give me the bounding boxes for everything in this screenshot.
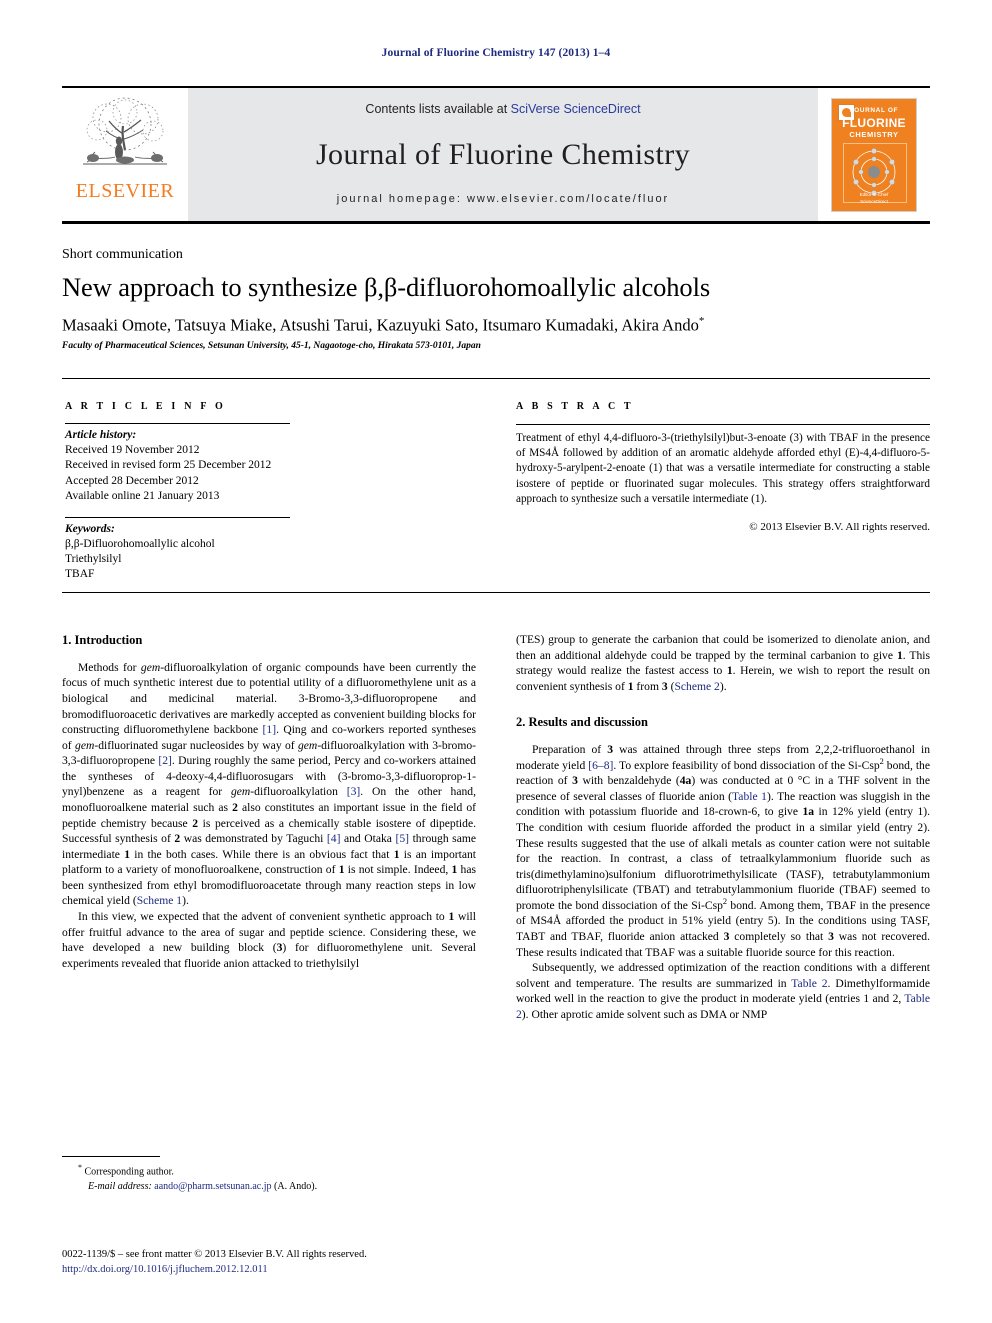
keyword-item: TBAF xyxy=(65,568,95,581)
email-suffix: (A. Ando). xyxy=(274,1180,318,1192)
running-head: Journal of Fluorine Chemistry 147 (2013)… xyxy=(381,47,611,59)
footnote-block: * Corresponding author. E-mail address: … xyxy=(62,1162,476,1194)
email-link[interactable]: aando@pharm.setsunan.ac.jp xyxy=(154,1181,271,1192)
article-info-column: Article history: Received 19 November 20… xyxy=(65,423,293,583)
paragraph-intro-1: Methods for gem-difluoroalkylation of or… xyxy=(62,660,477,908)
info-rule xyxy=(65,423,290,424)
elsevier-logo: ELSEVIER xyxy=(62,88,188,221)
abstract-copyright: © 2013 Elsevier B.V. All rights reserved… xyxy=(749,521,930,534)
authors-names: Masaaki Omote, Tatsuya Miake, Atsushi Ta… xyxy=(62,315,699,335)
keywords-block: Keywords: β,β-Difluorohomoallylic alcoho… xyxy=(65,516,293,583)
keywords-label: Keywords: xyxy=(65,522,115,535)
paragraph-intro-2: In this view, we expected that the adven… xyxy=(62,910,477,970)
citation-ref-2[interactable]: [2] xyxy=(158,754,172,767)
link-scheme-1[interactable]: Scheme 1 xyxy=(137,894,182,907)
body-column-left: 1. Introduction Methods for gem-difluoro… xyxy=(62,632,476,971)
info-block-bottom-rule xyxy=(62,592,930,593)
keyword-item: β,β-Difluorohomoallylic alcohol xyxy=(65,538,215,551)
contents-available-line: Contents lists available at SciVerse Sci… xyxy=(365,102,640,116)
footnote-rule xyxy=(62,1156,160,1157)
keyword-item: Triethylsilyl xyxy=(65,553,122,566)
paragraph-results-1: Preparation of 3 was attained through th… xyxy=(516,743,931,959)
journal-title: Journal of Fluorine Chemistry xyxy=(315,137,691,171)
info-block-top-rule xyxy=(62,378,930,379)
elsevier-wordmark: ELSEVIER xyxy=(75,180,175,202)
footnote-star: * xyxy=(78,1163,82,1172)
link-table-2-a[interactable]: Table 2 xyxy=(791,977,827,990)
journal-article-page: Journal of Fluorine Chemistry 147 (2013)… xyxy=(0,0,992,1323)
elsevier-tree-icon xyxy=(83,97,167,165)
link-scheme-2[interactable]: Scheme 2 xyxy=(674,680,719,693)
corresponding-author-note: * Corresponding author. xyxy=(62,1162,476,1180)
history-item: Received in revised form 25 December 201… xyxy=(65,459,272,472)
cover-line-1: JOURNAL OF xyxy=(849,106,899,114)
issn-copyright-line: 0022-1139/$ – see front matter © 2013 El… xyxy=(62,1249,367,1260)
email-label: E-mail address: xyxy=(88,1180,152,1192)
abstract-column: Treatment of ethyl 4,4-difluoro-3-(triet… xyxy=(516,424,930,535)
affiliation: Faculty of Pharmaceutical Sciences, Sets… xyxy=(62,341,481,351)
history-item: Available online 21 January 2013 xyxy=(65,489,220,502)
heading-introduction: 1. Introduction xyxy=(62,633,143,647)
author-list: Masaaki Omote, Tatsuya Miake, Atsushi Ta… xyxy=(62,315,942,336)
sciencedirect-link[interactable]: SciVerse ScienceDirect xyxy=(511,102,641,116)
link-table-2-b[interactable]: Table 2 xyxy=(516,992,930,1021)
paragraph-results-2: Subsequently, we addressed optimization … xyxy=(516,961,930,1021)
keywords-rule xyxy=(65,516,290,518)
paragraph-right-1: (TES) group to generate the carbanion th… xyxy=(516,633,930,693)
masthead-center-band: Contents lists available at SciVerse Sci… xyxy=(188,88,818,221)
body-column-right: (TES) group to generate the carbanion th… xyxy=(516,632,930,1023)
article-info-header: A R T I C L E I N F O xyxy=(65,401,226,412)
corresponding-author-text: Corresponding author. xyxy=(84,1166,174,1178)
abstract-rule xyxy=(516,424,930,425)
citation-ref-6-8[interactable]: [6–8] xyxy=(588,759,613,772)
citation-ref-3[interactable]: [3] xyxy=(347,785,361,798)
doi-link[interactable]: http://dx.doi.org/10.1016/j.jfluchem.201… xyxy=(62,1262,562,1277)
abstract-text: Treatment of ethyl 4,4-difluoro-3-(triet… xyxy=(516,432,930,505)
corresponding-author-marker: * xyxy=(698,315,705,327)
article-section-type: Short communication xyxy=(62,247,183,262)
history-item: Received 19 November 2012 xyxy=(65,444,200,457)
journal-masthead: ELSEVIER Contents lists available at Sci… xyxy=(62,86,930,224)
contents-prefix: Contents lists available at xyxy=(365,102,511,116)
article-history-label: Article history: xyxy=(65,429,137,441)
citation-ref-4[interactable]: [4] xyxy=(327,832,341,845)
page-title: New approach to synthesize β,β-difluoroh… xyxy=(62,272,711,302)
heading-results: 2. Results and discussion xyxy=(516,715,648,730)
abstract-header: A B S T R A C T xyxy=(516,401,634,412)
citation-ref-5[interactable]: [5] xyxy=(396,832,410,845)
journal-homepage-link[interactable]: journal homepage: www.elsevier.com/locat… xyxy=(337,193,669,205)
citation-ref-1[interactable]: [1] xyxy=(263,723,277,736)
email-note: E-mail address: aando@pharm.setsunan.ac.… xyxy=(62,1180,476,1194)
journal-cover-thumbnail: JOURNAL OF FLUORINE CHEMISTRY Editor-in-… xyxy=(818,88,930,221)
cover-footer: Editor-in-Chief ScienceDirect xyxy=(859,192,889,204)
cover-line-2: FLUORINE xyxy=(842,115,906,130)
history-item: Accepted 28 December 2012 xyxy=(65,474,199,487)
footer-legal-block: 0022-1139/$ – see front matter © 2013 El… xyxy=(62,1247,562,1277)
link-table-1[interactable]: Table 1 xyxy=(732,790,767,803)
cover-line-3: CHEMISTRY xyxy=(849,129,899,139)
